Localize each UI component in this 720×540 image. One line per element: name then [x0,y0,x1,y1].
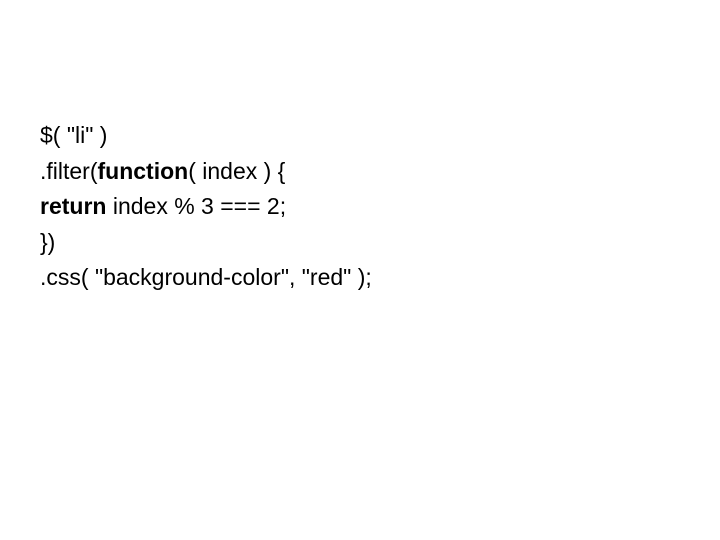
code-keyword: function [98,158,189,184]
code-line-3: return index % 3 === 2; [40,189,720,224]
code-line-1: $( "li" ) [40,118,720,153]
code-line-4: }) [40,225,720,260]
code-block: $( "li" ) .filter(function( index ) { re… [40,118,720,295]
code-text: }) [40,229,55,255]
code-text: ( index ) { [188,158,285,184]
code-text: .filter( [40,158,98,184]
code-line-2: .filter(function( index ) { [40,154,720,189]
code-line-5: .css( "background-color", "red" ); [40,260,720,295]
code-text: $( "li" ) [40,122,107,148]
code-text: .css( "background-color", "red" ); [40,264,372,290]
code-keyword: return [40,193,106,219]
code-text: index % 3 === 2; [106,193,286,219]
